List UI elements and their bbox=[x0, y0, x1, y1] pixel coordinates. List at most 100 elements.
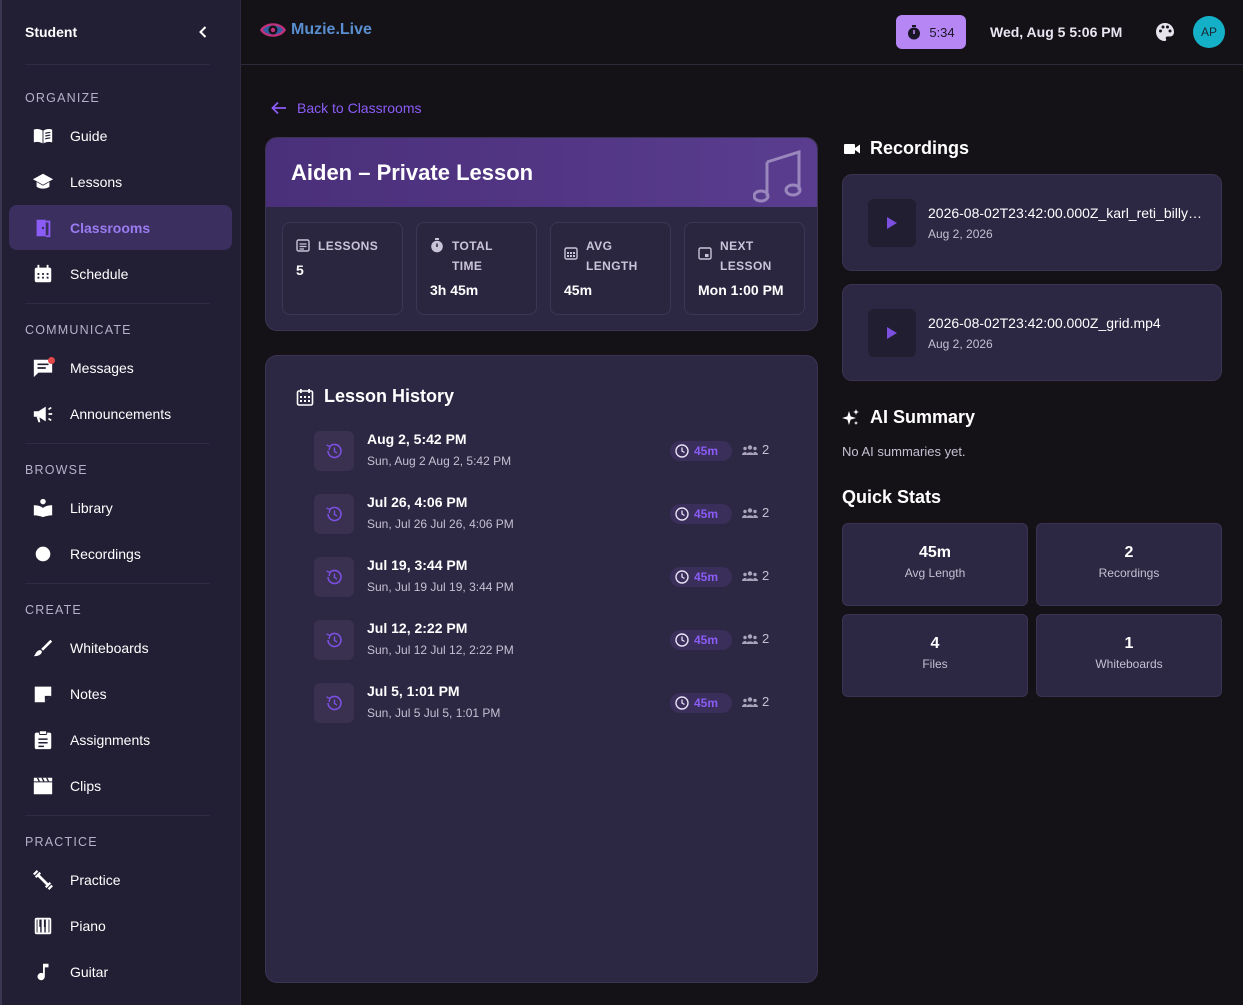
calendar-icon bbox=[296, 388, 314, 406]
sidebar-item-label: Piano bbox=[70, 917, 106, 934]
megaphone-icon bbox=[32, 403, 54, 425]
clock-icon bbox=[675, 507, 689, 521]
section-label-practice: PRACTICE bbox=[25, 835, 98, 849]
stat-value: 45m bbox=[564, 282, 593, 298]
sidebar-item-practice[interactable]: Practice bbox=[9, 857, 232, 902]
message-icon bbox=[32, 356, 55, 379]
door-icon bbox=[32, 217, 54, 239]
quick-stats-title: Quick Stats bbox=[842, 487, 941, 508]
sidebar-item-schedule[interactable]: Schedule bbox=[9, 251, 232, 296]
participants: 2 bbox=[742, 694, 769, 709]
list-item[interactable]: Aug 2, 5:42 PM Sun, Aug 2 Aug 2, 5:42 PM… bbox=[314, 431, 774, 473]
sidebar-item-label: Messages bbox=[70, 359, 134, 376]
sidebar-item-notes[interactable]: Notes bbox=[9, 671, 232, 716]
sidebar-item-piano[interactable]: Piano bbox=[9, 903, 232, 948]
ai-summary-empty: No AI summaries yet. bbox=[842, 444, 966, 459]
list-item[interactable]: Jul 26, 4:06 PM Sun, Jul 26 Jul 26, 4:06… bbox=[314, 494, 774, 536]
logo[interactable]: Muzie.Live bbox=[259, 19, 372, 41]
play-icon bbox=[887, 217, 897, 229]
calendar-list-icon bbox=[296, 239, 310, 252]
sparkles-icon bbox=[842, 408, 859, 425]
section-label-browse: BROWSE bbox=[25, 463, 88, 477]
duration-value: 45m bbox=[694, 444, 719, 458]
logo-text: Muzie.Live bbox=[291, 21, 372, 38]
list-item[interactable]: Jul 19, 3:44 PM Sun, Jul 19 Jul 19, 3:44… bbox=[314, 557, 774, 599]
sidebar-item-label: Schedule bbox=[70, 265, 129, 282]
back-to-classrooms-link[interactable]: Back to Classrooms bbox=[271, 100, 421, 116]
duration-badge: 45m bbox=[670, 693, 732, 713]
quick-stat-label: Recordings bbox=[1098, 566, 1160, 580]
sidebar-item-library[interactable]: Library bbox=[9, 485, 232, 530]
stat-total-time: TOTAL TIME 3h 45m bbox=[416, 222, 537, 315]
play-button[interactable] bbox=[868, 199, 916, 247]
lesson-history-panel: Lesson History Aug 2, 5:42 PM Sun, Aug 2… bbox=[265, 355, 818, 983]
history-icon bbox=[314, 494, 354, 534]
participant-count: 2 bbox=[762, 694, 770, 709]
clock-icon bbox=[675, 444, 689, 458]
recording-card[interactable]: 2026-08-02T23:42:00.000Z_karl_reti_billy… bbox=[842, 174, 1222, 271]
quick-stat-value: 2 bbox=[1124, 544, 1134, 561]
participant-count: 2 bbox=[762, 442, 770, 457]
quick-stat-recordings: 2 Recordings bbox=[1036, 523, 1222, 606]
sidebar-item-clips[interactable]: Clips bbox=[9, 763, 232, 808]
quick-stat-whiteboards: 1 Whiteboards bbox=[1036, 614, 1222, 697]
sidebar-item-whiteboards[interactable]: Whiteboards bbox=[9, 625, 232, 670]
duration-value: 45m bbox=[694, 633, 719, 647]
sidebar-item-label: Announcements bbox=[70, 405, 172, 422]
play-button[interactable] bbox=[868, 309, 916, 357]
lesson-subtitle: Sun, Jul 12 Jul 12, 2:22 PM bbox=[367, 643, 514, 657]
history-icon bbox=[314, 431, 354, 471]
lesson-datetime: Jul 12, 2:22 PM bbox=[367, 620, 468, 636]
sidebar-item-lessons[interactable]: Lessons bbox=[9, 159, 232, 204]
sidebar-item-guide[interactable]: Guide bbox=[9, 113, 232, 158]
history-icon bbox=[314, 557, 354, 597]
list-item[interactable]: Jul 12, 2:22 PM Sun, Jul 12 Jul 12, 2:22… bbox=[314, 620, 774, 662]
sidebar-item-label: Whiteboards bbox=[70, 639, 149, 656]
logo-eye-icon bbox=[260, 23, 286, 37]
stat-label: NEXT LESSON bbox=[720, 239, 772, 273]
sidebar-item-label: Notes bbox=[70, 685, 107, 702]
stopwatch-icon bbox=[431, 238, 443, 253]
sidebar-item-assignments[interactable]: Assignments bbox=[9, 717, 232, 762]
sidebar-item-label: Assignments bbox=[70, 731, 151, 748]
duration-badge: 45m bbox=[670, 441, 732, 461]
sidebar-item-messages[interactable]: Messages bbox=[9, 345, 232, 390]
list-item[interactable]: Jul 5, 1:01 PM Sun, Jul 5 Jul 5, 1:01 PM… bbox=[314, 683, 774, 725]
graduation-cap-icon bbox=[32, 171, 54, 193]
quick-stats-title-text: Quick Stats bbox=[842, 487, 942, 507]
music-notes-icon bbox=[753, 150, 802, 203]
people-icon bbox=[742, 444, 758, 455]
lesson-title: Aiden – Private Lesson bbox=[291, 159, 534, 185]
recording-card[interactable]: 2026-08-02T23:42:00.000Z_grid.mp4 Aug 2,… bbox=[842, 284, 1222, 381]
timer-button[interactable]: 5:34 bbox=[896, 15, 966, 49]
avatar[interactable]: AP bbox=[1193, 16, 1225, 48]
recording-name: 2026-08-02T23:42:00.000Z_grid.mp4 bbox=[928, 315, 1161, 331]
duration-value: 45m bbox=[694, 570, 719, 584]
palette-icon[interactable] bbox=[1155, 22, 1175, 42]
duration-badge: 45m bbox=[670, 504, 732, 524]
duration-badge: 45m bbox=[670, 630, 732, 650]
collapse-sidebar-icon[interactable] bbox=[196, 25, 210, 39]
lesson-datetime: Aug 2, 5:42 PM bbox=[367, 431, 467, 447]
sidebar-item-announcements[interactable]: Announcements bbox=[9, 391, 232, 436]
sidebar-item-guitar[interactable]: Guitar bbox=[9, 949, 232, 994]
participants: 2 bbox=[742, 568, 769, 583]
quick-stat-avg-length: 45m Avg Length bbox=[842, 523, 1028, 606]
people-icon bbox=[742, 633, 758, 644]
people-icon bbox=[742, 696, 758, 707]
stat-label: AVG LENGTH bbox=[586, 239, 638, 273]
lesson-history-title: Lesson History bbox=[296, 386, 454, 407]
people-icon bbox=[742, 507, 758, 518]
history-icon bbox=[314, 620, 354, 660]
sidebar-item-classrooms[interactable]: Classrooms bbox=[9, 205, 232, 250]
quick-stat-label: Whiteboards bbox=[1095, 657, 1163, 671]
history-icon bbox=[314, 683, 354, 723]
sidebar-item-label: Clips bbox=[70, 777, 102, 794]
recording-date: Aug 2, 2026 bbox=[928, 227, 993, 241]
stat-label: TOTAL TIME bbox=[452, 239, 493, 273]
sidebar-item-recordings[interactable]: Recordings bbox=[9, 531, 232, 576]
sidebar-item-label: Guitar bbox=[70, 963, 109, 980]
piano-icon bbox=[32, 915, 54, 937]
lesson-subtitle: Sun, Jul 5 Jul 5, 1:01 PM bbox=[367, 706, 501, 720]
calendar-grid-icon bbox=[564, 247, 578, 260]
